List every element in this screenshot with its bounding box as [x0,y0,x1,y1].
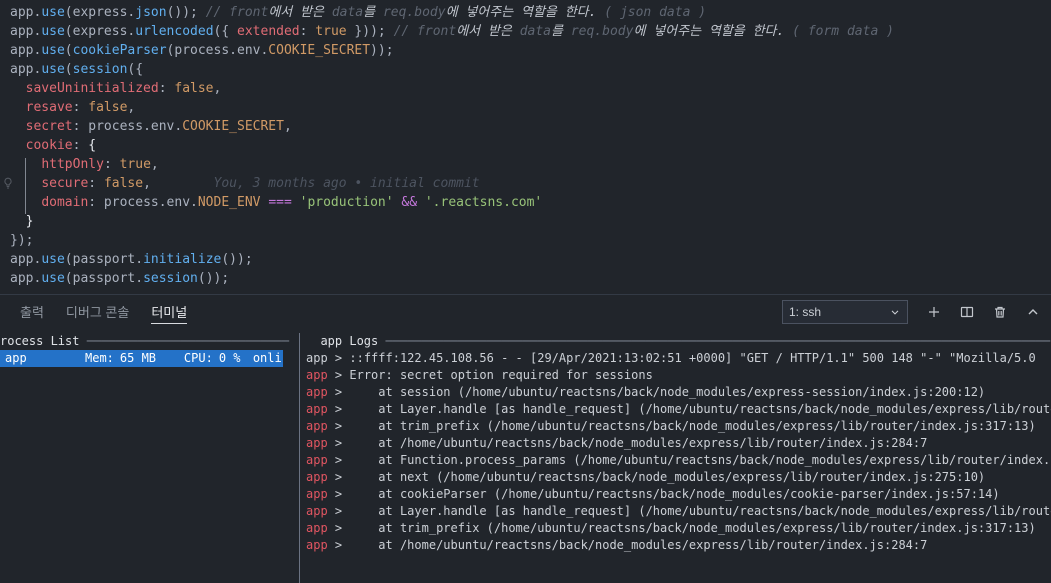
code-line: app.use(session({ [10,62,144,77]
logs-title: app Logs [306,334,386,348]
logs-header: app Logs ───────────────────────────────… [306,333,1051,350]
code-line: domain: process.env.NODE_ENV === 'produc… [41,195,543,210]
code-line: secure: false, You, 3 months ago • initi… [41,176,480,191]
panel-tab-debug-console[interactable]: 디버그 콘솔 [66,299,129,324]
new-terminal-button[interactable] [922,300,946,324]
log-line: app > at cookieParser (/home/ubuntu/reac… [306,487,1000,501]
process-row: app Mem: 65 MB CPU: 0 % onli [0,350,283,367]
panel-tab-bar: 출력 디버그 콘솔 터미널 1: ssh [0,295,1051,328]
plus-icon [929,306,939,317]
panel-actions: 1: ssh [782,295,1045,328]
split-terminal-button[interactable] [955,300,979,324]
log-line: app > at /home/ubuntu/reactsns/back/node… [306,538,928,552]
log-line: app > at next (/home/ubuntu/reactsns/bac… [306,470,986,484]
code-line: app.use(passport.initialize()); [10,252,253,267]
terminal-picker-dropdown[interactable]: 1: ssh [782,299,908,324]
code-lines: app.use(express.json()); // front에서 받은 d… [10,3,1051,288]
lightbulb-icon[interactable] [1,176,15,190]
trash-icon [995,306,1005,318]
logs-dashes: ────────────────────────────────────────… [385,334,1051,348]
panel-tab-output[interactable]: 출력 [20,299,44,324]
process-list-title: rocess List [0,334,87,348]
cpu-value: 0 % [218,351,241,365]
code-line: saveUninitialized: false, [25,81,222,96]
panel-tabs: 출력 디버그 콘솔 터미널 [0,295,198,328]
process-list-dashes: ──────────────────────────── [86,334,289,348]
active-indent-guide [25,158,26,214]
kill-terminal-button[interactable] [988,300,1012,324]
code-line: httpOnly: true, [41,157,159,172]
log-lines: app > ::ffff:122.45.108.56 - - [29/Apr/2… [306,350,1051,554]
code-line: resave: false, [25,100,136,115]
process-status: onli [252,351,282,365]
log-line: app > at trim_prefix (/home/ubuntu/react… [306,419,1036,433]
terminal-picker-value: 1: ssh [789,304,822,319]
mem-value: 65 MB [119,351,157,365]
code-line: cookie: { [25,138,97,153]
log-line: app > at Layer.handle [as handle_request… [306,504,1051,518]
cpu-label: CPU: [183,351,213,365]
code-line: }); [10,233,34,248]
code-line: app.use(passport.session()); [10,271,230,286]
process-list-pane: rocess List ────────────────────────────… [0,333,300,583]
log-line: app > at session (/home/ubuntu/reactsns/… [306,385,986,399]
code-editor[interactable]: app.use(express.json()); // front에서 받은 d… [0,0,1051,294]
panel-tab-terminal[interactable]: 터미널 [151,299,188,324]
log-line: app > Error: secret option required for … [306,368,653,382]
code-line: secret: process.env.COOKIE_SECRET, [25,119,292,134]
code-line: } [25,214,34,229]
logs-pane: app Logs ───────────────────────────────… [300,333,1051,583]
process-list-header: rocess List ──────────────────────────── [0,333,299,350]
process-name: app [5,351,27,365]
log-line: app > at trim_prefix (/home/ubuntu/react… [306,521,1036,535]
log-line: app > at Layer.handle [as handle_request… [306,402,1051,416]
maximize-panel-button[interactable] [1021,300,1045,324]
code-line: app.use(express.json()); // front에서 받은 d… [10,5,707,20]
log-line: app > ::ffff:122.45.108.56 - - [29/Apr/2… [306,351,1036,365]
split-icon [960,306,974,317]
bottom-panel: 출력 디버그 콘솔 터미널 1: ssh rocess List ─────────… [0,294,1051,583]
mem-label: Mem: [85,351,114,365]
log-line: app > at /home/ubuntu/reactsns/back/node… [306,436,928,450]
terminal-view[interactable]: rocess List ────────────────────────────… [0,328,1051,583]
log-line: app > at Function.process_params (/home/… [306,453,1051,467]
code-line: app.use(cookieParser(process.env.COOKIE_… [10,43,394,58]
code-line: app.use(express.urlencoded({ extended: t… [10,24,894,39]
chevron-up-icon [1028,308,1038,314]
chevron-down-icon [891,310,899,315]
